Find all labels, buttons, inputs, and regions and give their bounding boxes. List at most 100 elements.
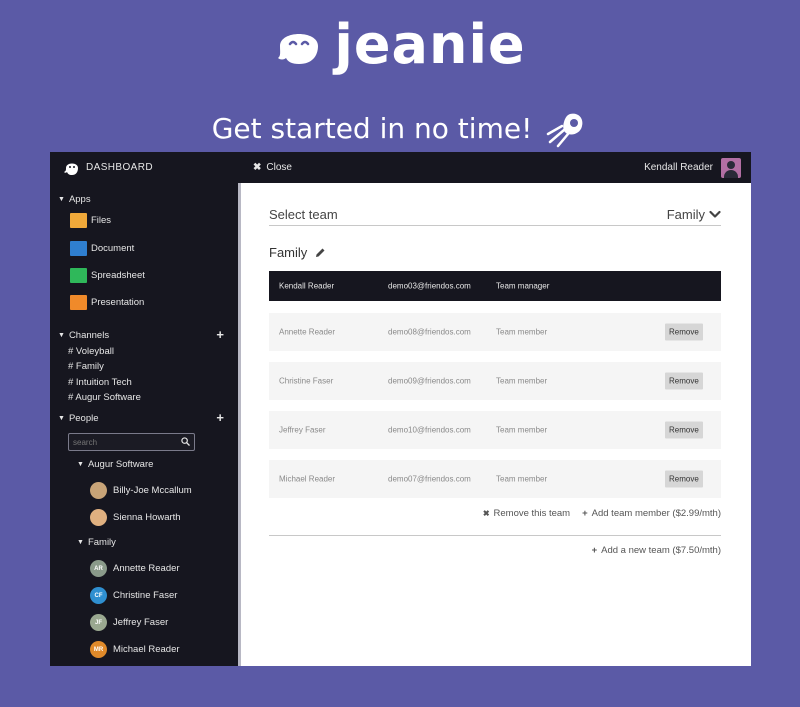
manager-email: demo03@friendos.com: [388, 281, 471, 291]
sidebar-app-label: Spreadsheet: [91, 270, 145, 281]
table-row: Michael Reader demo07@friendos.com Team …: [269, 460, 721, 498]
caret-down-icon: ▼: [77, 461, 84, 468]
member-email: demo08@friendos.com: [388, 327, 471, 337]
sidebar-channel-voleyball[interactable]: # Voleyball: [68, 346, 114, 357]
spreadsheet-icon: [70, 268, 87, 283]
pencil-edit-icon[interactable]: [315, 247, 326, 258]
caret-down-icon: ▼: [77, 539, 84, 546]
sidebar-app-document[interactable]: Document: [70, 241, 134, 256]
team-select-dropdown[interactable]: Family: [667, 207, 721, 222]
table-row: Jeffrey Faser demo10@friendos.com Team m…: [269, 411, 721, 449]
apps-section-label: Apps: [68, 194, 91, 205]
table-header-row: Kendall Reader demo03@friendos.com Team …: [269, 271, 721, 301]
sidebar-app-presentation[interactable]: Presentation: [70, 295, 144, 310]
brand-header: jeanie: [0, 18, 800, 72]
add-channel-plus-icon[interactable]: +: [216, 328, 224, 341]
sidebar-channel-intuition-tech[interactable]: # Intuition Tech: [68, 377, 132, 388]
add-team-member-link[interactable]: + Add team member ($2.99/mth): [582, 508, 721, 519]
avatar: [90, 509, 107, 526]
plus-icon: +: [582, 508, 588, 519]
people-group-family[interactable]: ▼ Family: [77, 537, 116, 548]
remove-member-button[interactable]: Remove: [665, 470, 703, 488]
people-group-label: Family: [87, 537, 116, 548]
select-team-label: Select team: [269, 206, 338, 222]
tagline: Get started in no time!: [0, 108, 800, 148]
table-row: Christine Faser demo09@friendos.com Team…: [269, 362, 721, 400]
apps-section-header[interactable]: ▼ Apps: [58, 194, 91, 205]
user-name: Kendall Reader: [644, 162, 713, 173]
member-email: demo10@friendos.com: [388, 425, 471, 435]
rocket-ghost-icon: [547, 113, 583, 148]
search-icon[interactable]: [181, 437, 190, 446]
table-row: Annette Reader demo08@friendos.com Team …: [269, 313, 721, 351]
main-panel: Select team Family Family Kendall Reader…: [241, 183, 751, 666]
member-role: Team member: [496, 474, 548, 484]
person-michael-reader[interactable]: MR Michael Reader: [90, 641, 180, 658]
person-annette-reader[interactable]: AR Annette Reader: [90, 560, 180, 577]
document-icon: [70, 241, 87, 256]
channels-section-header[interactable]: ▼ Channels: [58, 330, 109, 341]
user-menu[interactable]: Kendall Reader: [644, 157, 751, 178]
brand-name: jeanie: [334, 13, 526, 76]
sidebar-channel-augur-software[interactable]: # Augur Software: [68, 392, 141, 403]
person-christine-faser[interactable]: CF Christine Faser: [90, 587, 177, 604]
member-name: Christine Faser: [279, 376, 334, 386]
close-label: Close: [266, 162, 292, 173]
people-group-label: Augur Software: [87, 459, 154, 470]
caret-down-icon: ▼: [58, 415, 65, 422]
member-email: demo09@friendos.com: [388, 376, 471, 386]
person-name: Sienna Howarth: [113, 512, 181, 523]
dashboard-label: DASHBOARD: [86, 162, 153, 173]
add-team-label: Add a new team ($7.50/mth): [601, 545, 721, 556]
avatar: AR: [90, 560, 107, 577]
top-bar: DASHBOARD ✖ Close Kendall Reader: [50, 152, 751, 183]
chevron-down-icon: [709, 210, 721, 218]
presentation-icon: [70, 295, 87, 310]
member-role: Team member: [496, 327, 548, 337]
person-name: Christine Faser: [113, 590, 178, 601]
person-jeffrey-faser[interactable]: JF Jeffrey Faser: [90, 614, 168, 631]
manager-role: Team manager: [496, 281, 550, 291]
remove-member-button[interactable]: Remove: [665, 372, 703, 390]
people-group-augur-software[interactable]: ▼ Augur Software: [77, 459, 153, 470]
plus-icon: +: [591, 545, 598, 556]
ghost-logo-icon: [64, 163, 78, 175]
remove-team-link[interactable]: ✖ Remove this team: [483, 508, 570, 519]
person-sienna-howarth[interactable]: Sienna Howarth: [90, 509, 181, 526]
close-button[interactable]: ✖ Close: [253, 162, 292, 173]
member-name: Jeffrey Faser: [279, 425, 326, 435]
team-actions: ✖ Remove this team + Add team member ($2…: [483, 508, 721, 519]
divider: [269, 535, 721, 536]
channels-section-label: Channels: [68, 330, 110, 341]
sidebar-app-label: Document: [91, 243, 135, 254]
person-name: Annette Reader: [113, 563, 180, 574]
folder-icon: [70, 213, 87, 228]
member-role: Team member: [496, 376, 548, 386]
add-person-plus-icon[interactable]: +: [216, 411, 224, 424]
team-title: Family: [269, 245, 326, 260]
avatar: CF: [90, 587, 107, 604]
remove-member-button[interactable]: Remove: [665, 421, 703, 439]
user-avatar[interactable]: [721, 157, 741, 178]
close-icon: ✖: [482, 509, 490, 518]
selected-team: Family: [666, 206, 705, 222]
avatar: [90, 482, 107, 499]
team-name: Family: [269, 245, 308, 260]
member-role: Team member: [496, 425, 548, 435]
remove-member-button[interactable]: Remove: [665, 323, 703, 341]
sidebar-app-files[interactable]: Files: [70, 213, 111, 228]
caret-down-icon: ▼: [58, 196, 65, 203]
people-search-input[interactable]: [69, 434, 174, 450]
person-billy-joe-mccallum[interactable]: Billy-Joe Mccallum: [90, 482, 192, 499]
add-new-team-link[interactable]: + Add a new team ($7.50/mth): [592, 545, 721, 556]
dashboard-link[interactable]: DASHBOARD: [50, 160, 253, 176]
people-section-header[interactable]: ▼ People: [58, 413, 99, 424]
member-name: Annette Reader: [279, 327, 336, 337]
caret-down-icon: ▼: [58, 332, 65, 339]
sidebar-app-spreadsheet[interactable]: Spreadsheet: [70, 268, 145, 283]
team-select-row: Select team Family: [269, 203, 721, 226]
avatar: JF: [90, 614, 107, 631]
people-search: [68, 433, 195, 451]
ghost-logo-icon: [278, 34, 319, 64]
sidebar-channel-family[interactable]: # Family: [68, 361, 104, 372]
